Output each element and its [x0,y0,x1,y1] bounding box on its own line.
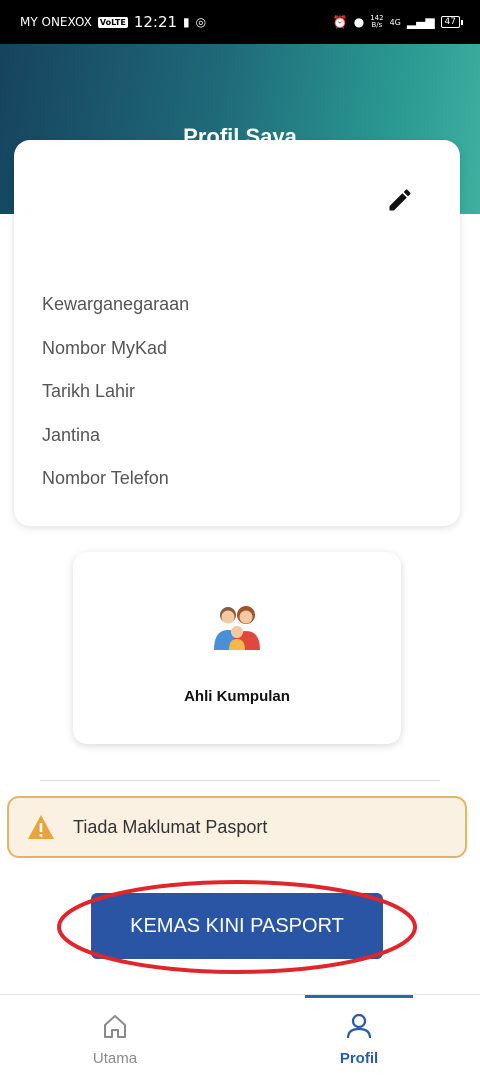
profile-card: Kewarganegaraan Nombor MyKad Tarikh Lahi… [14,140,460,526]
nav-item-profile[interactable]: Profil [299,995,419,1085]
group-members-card[interactable]: Ahli Kumpulan [73,552,401,744]
alarm-icon: ⏰ [332,15,348,29]
nav-label-home: Utama [92,1050,138,1067]
warning-text: Tiada Maklumat Pasport [73,816,268,837]
family-icon [209,602,265,662]
status-right: ⏰ ● 142 B/s 4G ▂▄▆ 47 [332,15,464,29]
status-time: 12:21 [133,13,178,31]
nav-item-home[interactable]: Utama [55,995,175,1085]
carrier-name: MY ONEXOX [20,15,92,29]
field-label-gender: Jantina [42,425,101,445]
signal-type: 4G [389,17,401,27]
volte-badge: VoLTE [97,16,128,28]
whatsapp-icon: ◎ [195,15,207,29]
warning-icon [27,814,55,840]
group-members-label: Ahli Kumpulan [184,688,290,705]
field-label-citizenship: Kewarganegaraan [42,294,190,314]
network-speed: 142 B/s [370,15,383,29]
person-icon [344,1011,374,1045]
location-icon: ● [353,15,365,29]
status-bar: MY ONEXOX VoLTE 12:21 ▮ ◎ ⏰ ● 142 B/s 4G… [0,0,480,44]
bottom-nav: Utama Profil [0,994,480,1085]
battery-saver-icon: ▮ [183,15,190,29]
signal-icon: ▂▄▆ [406,15,435,29]
speed-unit: B/s [371,21,383,29]
battery-level: 47 [444,17,456,27]
field-label-mykad: Nombor MyKad [42,338,168,358]
edit-icon[interactable] [386,186,414,214]
divider [40,780,440,781]
status-left: MY ONEXOX VoLTE 12:21 ▮ ◎ [20,13,206,31]
update-passport-button[interactable]: KEMAS KINI PASPORT [91,893,383,959]
field-label-birthdate: Tarikh Lahir [42,381,136,401]
nav-label-profile: Profil [339,1050,379,1067]
passport-warning: Tiada Maklumat Pasport [7,796,467,858]
battery-icon: 47 [440,16,464,28]
active-tab-indicator [305,995,413,998]
field-label-phone: Nombor Telefon [42,468,169,488]
home-icon [100,1011,130,1045]
